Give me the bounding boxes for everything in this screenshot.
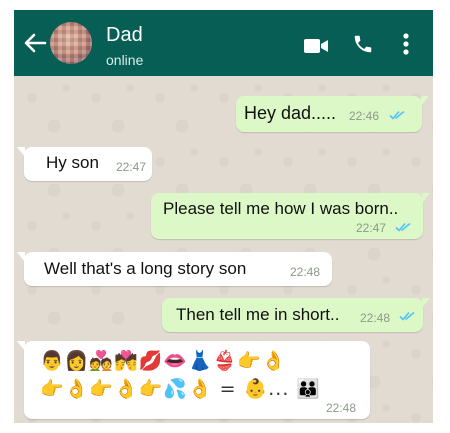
bubble-tail [17, 252, 25, 262]
message-incoming-emoji[interactable]: 👨👩💑💏💋👄👗👙👉👌 👉👌👉👌👉💦👌 = 👶... 👪 22:48 [17, 341, 370, 419]
double-check-icon [399, 311, 415, 321]
arrow-left-icon[interactable] [23, 32, 47, 54]
message-text: Hey dad..... [244, 103, 337, 123]
emoji-row: 👨👩💑💏💋👄👗👙👉👌 [40, 350, 287, 372]
message-time: 22:48 [360, 311, 391, 325]
bubble-tail [17, 147, 25, 157]
video-call-icon[interactable] [303, 37, 329, 55]
contact-name[interactable]: Dad [106, 24, 143, 47]
bubble-tail [421, 96, 429, 106]
more-vertical-icon[interactable] [402, 32, 410, 56]
message-incoming[interactable]: Well that's a long story son 22:48 [17, 252, 332, 286]
emoji-row: 👉👌👉👌👉💦👌 = 👶... 👪 [40, 378, 322, 400]
message-text: Then tell me in short.. [176, 305, 340, 324]
message-outgoing[interactable]: Please tell me how I was born.. 22:47 [151, 193, 430, 239]
contact-status: online [106, 52, 144, 68]
message-outgoing[interactable]: Then tell me in short.. 22:48 [162, 298, 430, 332]
message-text: Please tell me how I was born.. [163, 199, 399, 218]
message-outgoing[interactable]: Hey dad..... 22:46 [236, 96, 429, 132]
avatar[interactable] [50, 22, 92, 64]
bubble-tail [422, 193, 430, 203]
message-text: Hy son [46, 153, 99, 172]
phone-icon[interactable] [352, 33, 374, 55]
double-check-icon [389, 110, 405, 120]
bubble-tail [422, 298, 430, 308]
bubble-tail [17, 341, 25, 351]
chat-window: Dad online Hey dad..... 22:46 Hy son 22:… [14, 10, 433, 423]
message-incoming[interactable]: Hy son 22:47 [17, 147, 152, 181]
message-text: Well that's a long story son [44, 259, 247, 278]
chat-header: Dad online [14, 10, 433, 76]
double-check-icon [395, 222, 411, 232]
message-time: 22:46 [349, 109, 380, 123]
message-time: 22:48 [290, 265, 321, 279]
message-time: 22:47 [356, 221, 387, 235]
message-time: 22:47 [116, 160, 147, 174]
message-area[interactable]: Hey dad..... 22:46 Hy son 22:47 Please t… [14, 76, 433, 423]
message-time: 22:48 [326, 401, 357, 415]
